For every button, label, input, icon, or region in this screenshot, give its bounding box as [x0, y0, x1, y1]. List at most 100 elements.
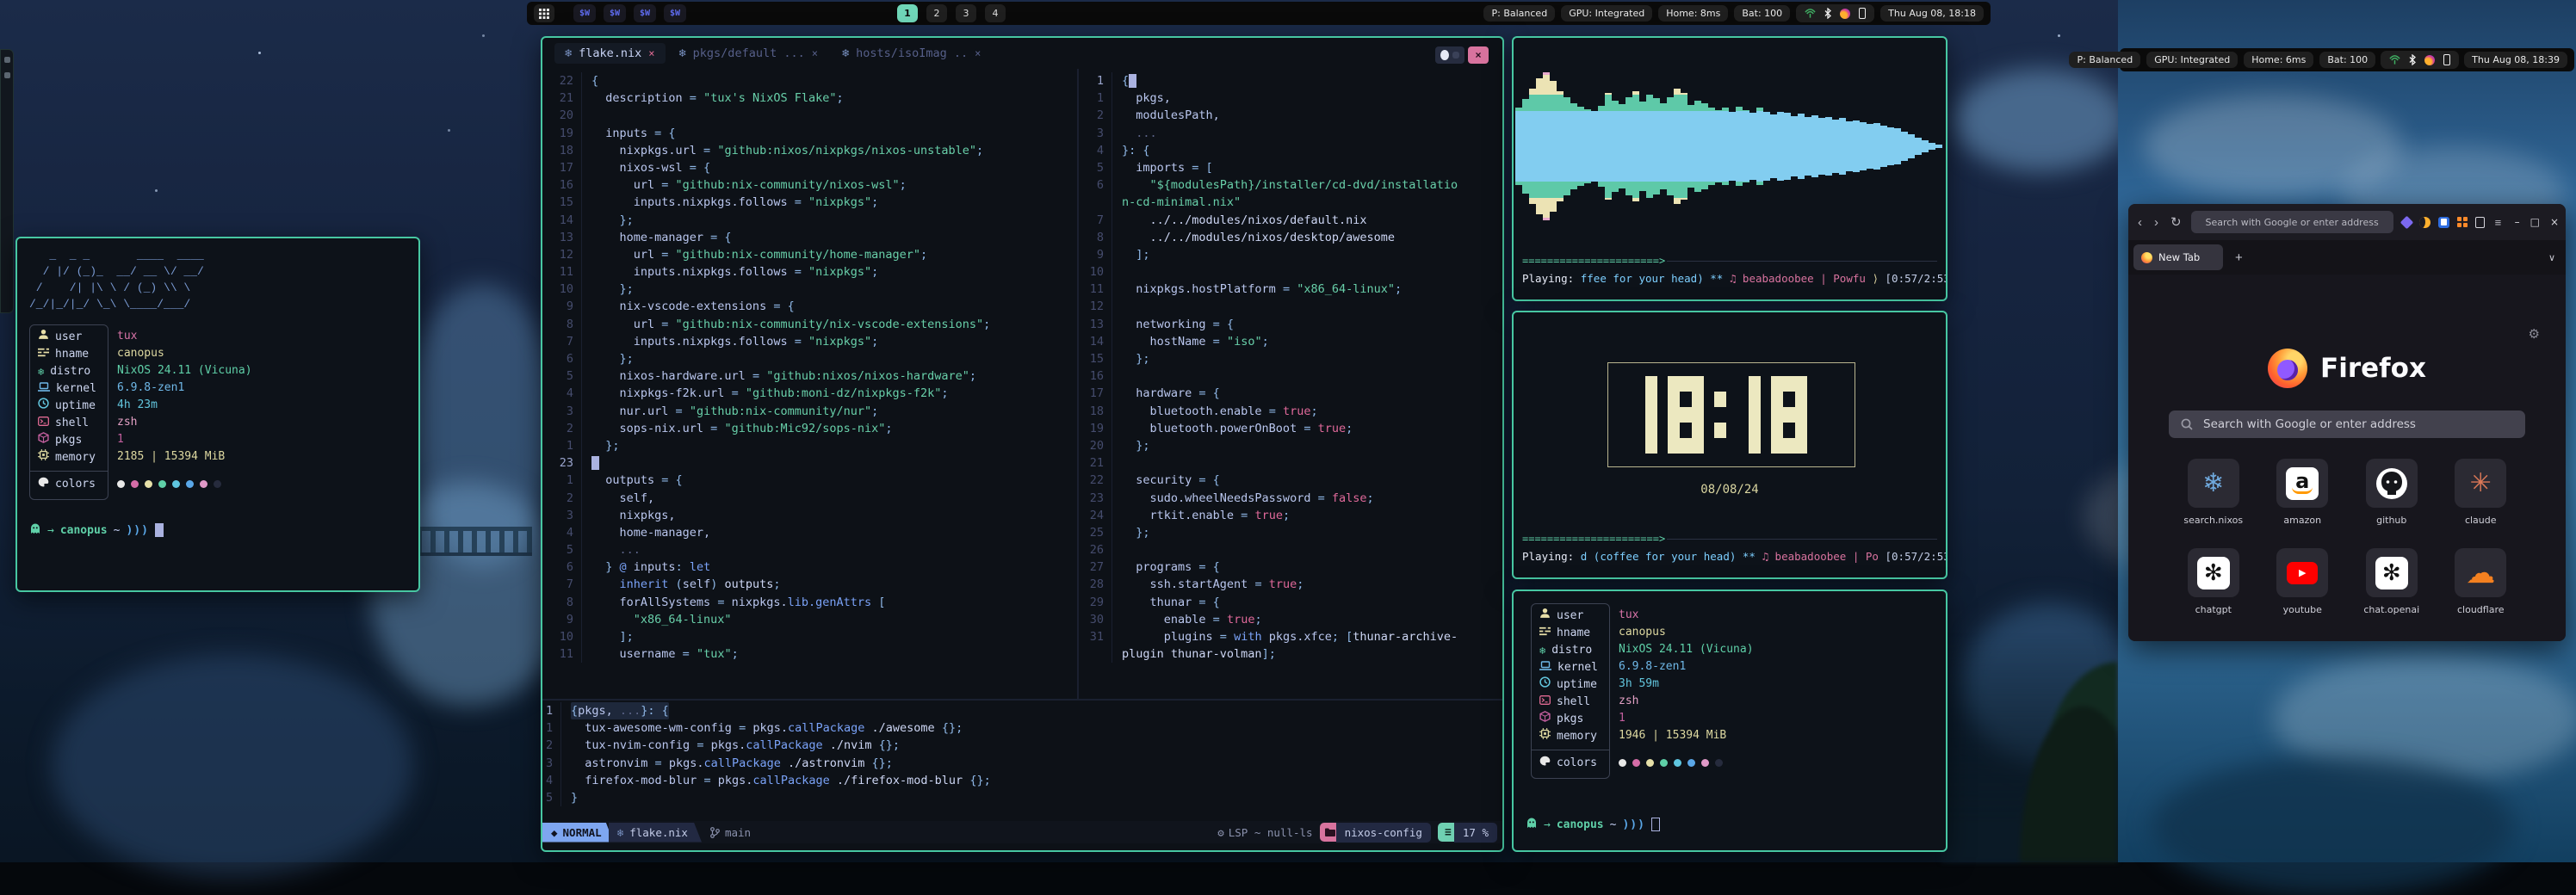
shell-prompt[interactable]: →canopus~))) — [29, 522, 164, 538]
shell-icon — [1539, 694, 1551, 711]
code-line: 31 plugins = with pkgs.xfce; [thunar-arc… — [1081, 628, 1502, 645]
buffer-tab-flake-nix[interactable]: ❄flake.nix× — [554, 43, 666, 64]
editor-pane-flake-nix[interactable]: 22{21 description = "tux's NixOS Flake";… — [546, 72, 1075, 699]
editor-pane-iso-config[interactable]: 1{1 pkgs,2 modulesPath,3 ...4}: {5 impor… — [1081, 72, 1502, 699]
firefox-window[interactable]: ‹ › ↻ Search with Google or enter addres… — [2128, 204, 2566, 641]
maximize-button[interactable]: □ — [2530, 216, 2540, 228]
back-button[interactable]: ‹ — [2135, 215, 2145, 230]
search-input[interactable]: Search with Google or enter address — [2169, 410, 2525, 438]
pane-divider-horizontal[interactable] — [542, 699, 1502, 701]
launcher-button[interactable] — [534, 4, 554, 22]
openai-icon: ✻ — [2197, 557, 2230, 589]
tasklist-item[interactable]: $W — [634, 4, 656, 22]
offscreen-window-sliver[interactable] — [0, 49, 14, 313]
wallpaper-bridge — [403, 527, 532, 556]
workspace-tag-2[interactable]: 2 — [926, 4, 947, 22]
new-tab-page: ⚙ Firefox Search with Google or enter ad… — [2128, 275, 2566, 641]
sidebar-icon[interactable] — [2475, 217, 2485, 228]
code-line: 21 description = "tux's NixOS Flake"; — [546, 90, 1075, 107]
shortcut-chat-openai[interactable]: ✻chat.openai — [2347, 548, 2437, 615]
extension-grid-icon[interactable] — [2457, 217, 2468, 227]
shortcut-youtube[interactable]: ▶youtube — [2258, 548, 2348, 615]
extension-shield-icon[interactable] — [2438, 217, 2449, 228]
tasklist-item[interactable]: $W — [573, 4, 596, 22]
shortcut-claude[interactable]: ✳claude — [2437, 459, 2526, 526]
workspace-tag-3[interactable]: 3 — [956, 4, 976, 22]
menu-button[interactable]: ≡ — [2492, 216, 2505, 229]
phone-icon[interactable] — [1859, 8, 1866, 19]
darkreader-icon[interactable] — [2419, 217, 2430, 228]
code-line: 9 "x86_64-linux" — [546, 611, 1075, 628]
clock-digit — [1749, 376, 1761, 454]
close-button[interactable]: × — [2550, 216, 2559, 228]
phone-icon[interactable] — [2443, 54, 2450, 65]
personalize-gear-icon[interactable]: ⚙ — [2529, 326, 2540, 342]
code-line: 5 nixos-hardware.url = "github:nixos/nix… — [546, 367, 1075, 385]
code-line: 28 ssh.startAgent = true; — [1081, 576, 1502, 593]
top-bar-primary: $W$W$W$W 1234 P: BalancedGPU: Integrated… — [527, 2, 1991, 25]
network-icon[interactable] — [1805, 9, 1816, 19]
clock-widget[interactable]: Thu Aug 08, 18:39 — [2464, 52, 2567, 68]
buffer-tab-pkgs-default-[interactable]: ❄pkgs/default ...× — [669, 43, 828, 64]
terminal-fastfetch-mid[interactable]: userhname❄distrokerneluptimeshellpkgsmem… — [1512, 589, 1947, 852]
list-icon — [38, 346, 49, 363]
shortcut-search-nixos[interactable]: ❄search.nixos — [2169, 459, 2258, 526]
code-line: 15 inputs.nixpkgs.follows = "nixpkgs"; — [546, 194, 1075, 211]
fastfetch-value: 1946 | 15394 MiB — [1619, 727, 1754, 744]
url-bar[interactable]: Search with Google or enter address — [2191, 211, 2393, 233]
reload-button[interactable]: ↻ — [2168, 214, 2184, 230]
shortcut-cloudflare[interactable]: ☁cloudflare — [2437, 548, 2526, 615]
network-icon[interactable] — [2389, 55, 2400, 65]
code-line: 3 astronvim = pkgs.callPackage ./astronv… — [546, 755, 1502, 772]
neovim-window[interactable]: ❄flake.nix×❄pkgs/default ...×❄hosts/isoI… — [541, 36, 1504, 852]
workspace-tag-4[interactable]: 4 — [985, 4, 1006, 22]
fastfetch-row: uptime — [1532, 676, 1609, 694]
tab-new-tab[interactable]: New Tab — [2133, 244, 2223, 270]
code-line: 4 firefox-mod-blur = pkgs.callPackage ./… — [546, 772, 1502, 789]
sliver-icon — [4, 57, 10, 63]
terminal-music-visualizer[interactable]: ======================> Playing: ffee fo… — [1512, 36, 1947, 301]
code-line: 10 }; — [546, 281, 1075, 298]
media-player-icon[interactable] — [1840, 9, 1850, 19]
close-icon[interactable]: × — [812, 47, 818, 59]
code-line: 11 nixpkgs.hostPlatform = "x86_64-linux"… — [1081, 281, 1502, 298]
clock-widget[interactable]: Thu Aug 08, 18:18 — [1880, 5, 1984, 22]
shortcut-github[interactable]: github — [2347, 459, 2437, 526]
bluetooth-icon[interactable] — [1824, 8, 1831, 19]
shell-icon — [38, 415, 49, 432]
tab-list-chevron[interactable]: ∨ — [2543, 251, 2561, 264]
media-player-icon[interactable] — [2424, 55, 2435, 65]
new-tab-button[interactable]: + — [2230, 250, 2248, 266]
fastfetch-value: zsh — [1619, 693, 1754, 710]
pane-close-button[interactable]: × — [1468, 46, 1489, 64]
shortcut-chatgpt[interactable]: ✻chatgpt — [2169, 548, 2258, 615]
workspace-tag-1[interactable]: 1 — [897, 4, 918, 22]
fastfetch-row: hname — [30, 346, 108, 363]
minimize-button[interactable]: – — [2515, 216, 2520, 228]
shortcut-amazon[interactable]: aamazon — [2258, 459, 2348, 526]
pane-divider-vertical[interactable] — [1077, 69, 1079, 699]
forward-button[interactable]: › — [2152, 215, 2161, 230]
code-line: 2 self, — [546, 490, 1075, 507]
fastfetch-keys-box: userhname❄distrokerneluptimeshellpkgsmem… — [29, 324, 108, 500]
bluetooth-icon[interactable] — [2409, 54, 2416, 65]
terminal-fastfetch-left[interactable]: _ _ _ ____ ____ / |/ (_)_ __/ __ \/ __/ … — [15, 237, 420, 592]
terminal-tty-clock[interactable]: 08/08/24 ======================> Playing… — [1512, 311, 1947, 579]
close-icon[interactable]: × — [648, 47, 654, 59]
status-widget: P: Balanced — [1483, 5, 1555, 22]
code-line: 12 — [1081, 298, 1502, 315]
close-icon[interactable]: × — [975, 47, 981, 59]
shortcut-label: search.nixos — [2183, 515, 2243, 526]
code-line: 23 — [546, 454, 1075, 472]
editor-pane-pkgs-default[interactable]: 1{pkgs, ...}: {1 tux-awesome-wm-config =… — [546, 702, 1502, 812]
shell-prompt[interactable]: →canopus~))) — [1526, 817, 1660, 832]
box-icon — [1539, 711, 1551, 728]
tasklist-item[interactable]: $W — [604, 4, 626, 22]
status-widget: Bat: 100 — [2319, 52, 2375, 68]
extension-icon[interactable] — [2400, 215, 2413, 229]
pane-toggle-button[interactable] — [1435, 46, 1464, 64]
tab-title: New Tab — [2158, 251, 2200, 263]
tasklist-item[interactable]: $W — [664, 4, 686, 22]
digital-clock — [1607, 362, 1855, 467]
buffer-tab-hosts-isoImag-[interactable]: ❄hosts/isoImag ..× — [832, 43, 991, 64]
